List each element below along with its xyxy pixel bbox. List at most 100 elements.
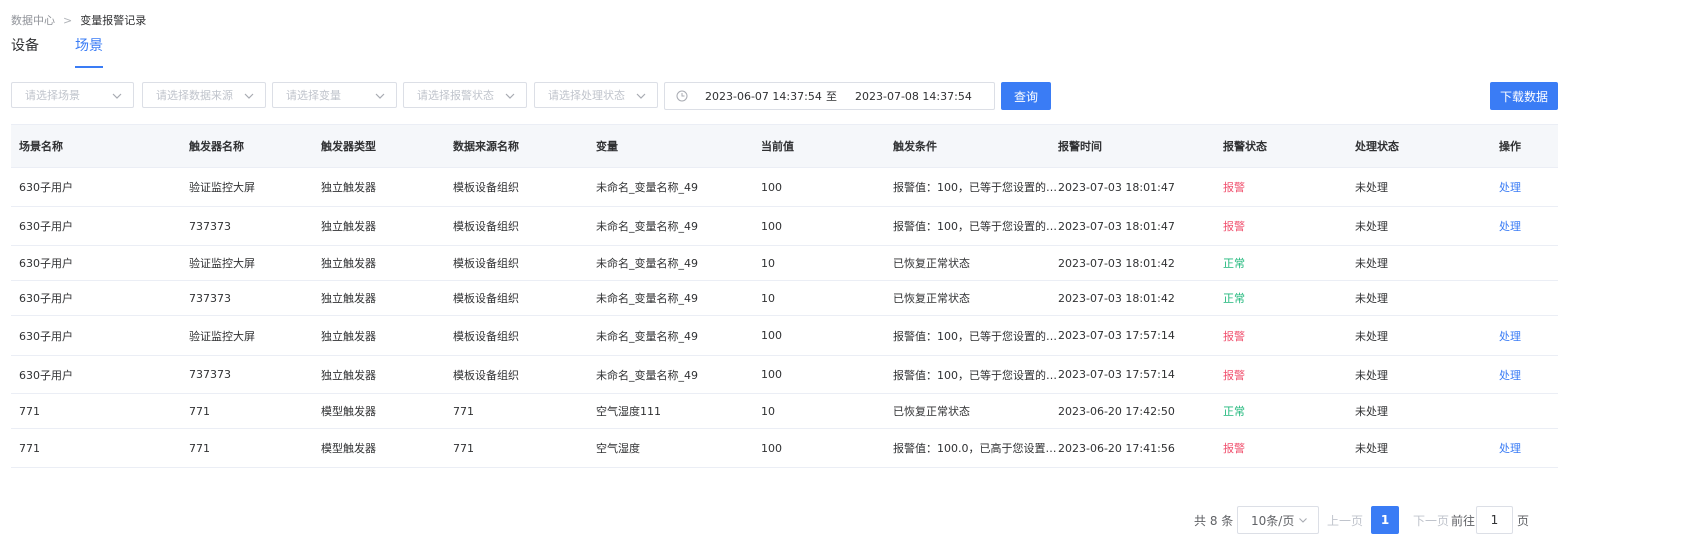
cell-trigger-name: 771 bbox=[189, 404, 210, 418]
process-action-link[interactable]: 处理 bbox=[1499, 168, 1521, 206]
cell-alarm-time: 2023-07-03 18:01:47 bbox=[1058, 219, 1175, 233]
download-data-button[interactable]: 下载数据 bbox=[1490, 82, 1558, 110]
cell-alarm-status: 报警 bbox=[1223, 220, 1245, 233]
cell-alarm-time: 2023-07-03 18:01:47 bbox=[1058, 180, 1175, 194]
goto-page-input[interactable]: 1 bbox=[1476, 506, 1513, 534]
cell-trigger-condition: 报警值：100.0，已高于您设置… bbox=[893, 442, 1057, 455]
clock-icon bbox=[676, 90, 688, 102]
cell-trigger-name: 737373 bbox=[189, 291, 231, 305]
table-row: 630子用户 737373 独立触发器 模板设备组织 未命名_变量名称_49 100 报警值… bbox=[11, 356, 1558, 394]
cell-alarm-time: 2023-07-03 18:01:42 bbox=[1058, 291, 1175, 305]
chevron-down-icon bbox=[636, 93, 646, 99]
cell-trigger-condition: 报警值：100，已等于您设置的… bbox=[893, 329, 1057, 343]
cell-trigger-condition: 已恢复正常状态 bbox=[893, 292, 970, 305]
tab-device[interactable]: 设备 bbox=[11, 38, 39, 68]
date-start-input[interactable]: 2023-06-07 14:37:54 bbox=[705, 90, 822, 103]
cell-alarm-status: 正常 bbox=[1223, 292, 1245, 305]
cell-alarm-time: 2023-07-03 17:57:14 bbox=[1058, 329, 1175, 342]
header-trigger-condition: 触发条件 bbox=[893, 140, 937, 153]
table-row: 771 771 模型触发器 771 空气湿度111 10 已恢复正常状态 2023-06-20… bbox=[11, 394, 1558, 429]
cell-alarm-status: 报警 bbox=[1223, 329, 1245, 343]
source-select[interactable]: 请选择数据来源 bbox=[142, 82, 266, 108]
breadcrumb-root[interactable]: 数据中心 bbox=[11, 12, 55, 28]
next-page-button[interactable]: 下一页 bbox=[1413, 506, 1449, 534]
cell-scene-name: 771 bbox=[19, 441, 40, 455]
header-alarm-status: 报警状态 bbox=[1223, 140, 1267, 153]
cell-variable: 空气湿度 bbox=[596, 442, 640, 455]
goto-label: 前往 bbox=[1451, 513, 1476, 528]
cell-variable: 未命名_变量名称_49 bbox=[596, 181, 698, 194]
cell-source-name: 模板设备组织 bbox=[453, 257, 519, 270]
cell-process-status: 未处理 bbox=[1355, 292, 1388, 305]
process-status-select[interactable]: 请选择处理状态 bbox=[534, 82, 658, 108]
scene-select[interactable]: 请选择场景 bbox=[11, 82, 134, 108]
cell-variable: 空气湿度111 bbox=[596, 405, 661, 418]
chevron-down-icon bbox=[375, 93, 385, 99]
process-action-link[interactable]: 处理 bbox=[1499, 207, 1521, 245]
tab-bar: 设备 场景 bbox=[11, 38, 139, 68]
cell-process-status: 未处理 bbox=[1355, 405, 1388, 418]
table-row: 771 771 模型触发器 771 空气湿度 100 报警值：100.0，已高于您设置… 20… bbox=[11, 429, 1558, 468]
process-action-link[interactable]: 处理 bbox=[1499, 356, 1521, 393]
cell-scene-name: 630子用户 bbox=[19, 181, 73, 194]
cell-trigger-name: 验证监控大屏 bbox=[189, 181, 255, 194]
cell-alarm-time: 2023-07-03 18:01:42 bbox=[1058, 256, 1175, 270]
chevron-down-icon bbox=[505, 93, 515, 99]
cell-scene-name: 630子用户 bbox=[19, 329, 73, 343]
process-action-link[interactable]: 处理 bbox=[1499, 429, 1521, 467]
cell-alarm-time: 2023-06-20 17:42:50 bbox=[1058, 404, 1175, 418]
date-end-input[interactable]: 2023-07-08 14:37:54 bbox=[855, 90, 972, 103]
prev-page-button[interactable]: 上一页 bbox=[1327, 506, 1363, 534]
alarm-status-select-placeholder: 请选择报警状态 bbox=[417, 89, 494, 102]
cell-trigger-type: 独立触发器 bbox=[321, 257, 376, 270]
variable-select[interactable]: 请选择变量 bbox=[272, 82, 397, 108]
cell-variable: 未命名_变量名称_49 bbox=[596, 368, 698, 382]
cell-alarm-status: 报警 bbox=[1223, 442, 1245, 455]
table-row: 630子用户 验证监控大屏 独立触发器 模板设备组织 未命名_变量名称_49 100 报警值… bbox=[11, 168, 1558, 207]
date-range-picker[interactable]: 2023-06-07 14:37:54 至 2023-07-08 14:37:5… bbox=[664, 82, 995, 110]
cell-variable: 未命名_变量名称_49 bbox=[596, 292, 698, 305]
page-size-value: 10条/页 bbox=[1251, 513, 1295, 528]
pagination: 共 8 条 10条/页 上一页 1 下一页 前往 1 页 bbox=[0, 506, 1708, 534]
chevron-down-icon bbox=[1299, 518, 1307, 523]
cell-current-value: 100 bbox=[761, 368, 782, 381]
source-select-placeholder: 请选择数据来源 bbox=[156, 89, 233, 102]
cell-source-name: 771 bbox=[453, 404, 474, 418]
breadcrumb: 数据中心 > 变量报警记录 bbox=[11, 12, 146, 28]
alarm-status-select[interactable]: 请选择报警状态 bbox=[403, 82, 527, 108]
header-variable: 变量 bbox=[596, 140, 618, 153]
table-body: 630子用户 验证监控大屏 独立触发器 模板设备组织 未命名_变量名称_49 100 报警值… bbox=[11, 168, 1558, 468]
cell-trigger-name: 验证监控大屏 bbox=[189, 257, 255, 270]
cell-trigger-type: 独立触发器 bbox=[321, 292, 376, 305]
cell-trigger-condition: 报警值：100，已等于您设置的… bbox=[893, 368, 1057, 382]
cell-trigger-name: 771 bbox=[189, 441, 210, 455]
cell-scene-name: 771 bbox=[19, 404, 40, 418]
cell-scene-name: 630子用户 bbox=[19, 257, 73, 270]
cell-trigger-type: 模型触发器 bbox=[321, 405, 376, 418]
cell-process-status: 未处理 bbox=[1355, 257, 1388, 270]
page-1-button[interactable]: 1 bbox=[1371, 506, 1399, 534]
cell-current-value: 100 bbox=[761, 441, 782, 455]
process-action-link[interactable]: 处理 bbox=[1499, 316, 1521, 355]
cell-trigger-type: 独立触发器 bbox=[321, 220, 376, 233]
page-size-select[interactable]: 10条/页 bbox=[1237, 506, 1319, 534]
cell-current-value: 10 bbox=[761, 256, 775, 270]
page-suffix-label: 页 bbox=[1517, 513, 1530, 528]
cell-alarm-time: 2023-07-03 17:57:14 bbox=[1058, 368, 1175, 381]
cell-scene-name: 630子用户 bbox=[19, 292, 73, 305]
table-row: 630子用户 737373 独立触发器 模板设备组织 未命名_变量名称_49 100 报警值… bbox=[11, 207, 1558, 246]
chevron-down-icon bbox=[112, 93, 122, 99]
cell-trigger-name: 737373 bbox=[189, 368, 231, 381]
cell-current-value: 100 bbox=[761, 329, 782, 342]
cell-trigger-condition: 报警值：100，已等于您设置的… bbox=[893, 181, 1057, 194]
pagination-total: 共 8 条 bbox=[1194, 513, 1234, 528]
tab-scene[interactable]: 场景 bbox=[75, 38, 103, 68]
cell-alarm-status: 报警 bbox=[1223, 368, 1245, 382]
query-button[interactable]: 查询 bbox=[1001, 82, 1051, 110]
chevron-down-icon bbox=[244, 93, 254, 99]
cell-source-name: 模板设备组织 bbox=[453, 368, 519, 382]
cell-trigger-condition: 已恢复正常状态 bbox=[893, 405, 970, 418]
cell-current-value: 100 bbox=[761, 180, 782, 194]
table-row: 630子用户 验证监控大屏 独立触发器 模板设备组织 未命名_变量名称_49 10 已恢复正… bbox=[11, 246, 1558, 281]
cell-process-status: 未处理 bbox=[1355, 442, 1388, 455]
